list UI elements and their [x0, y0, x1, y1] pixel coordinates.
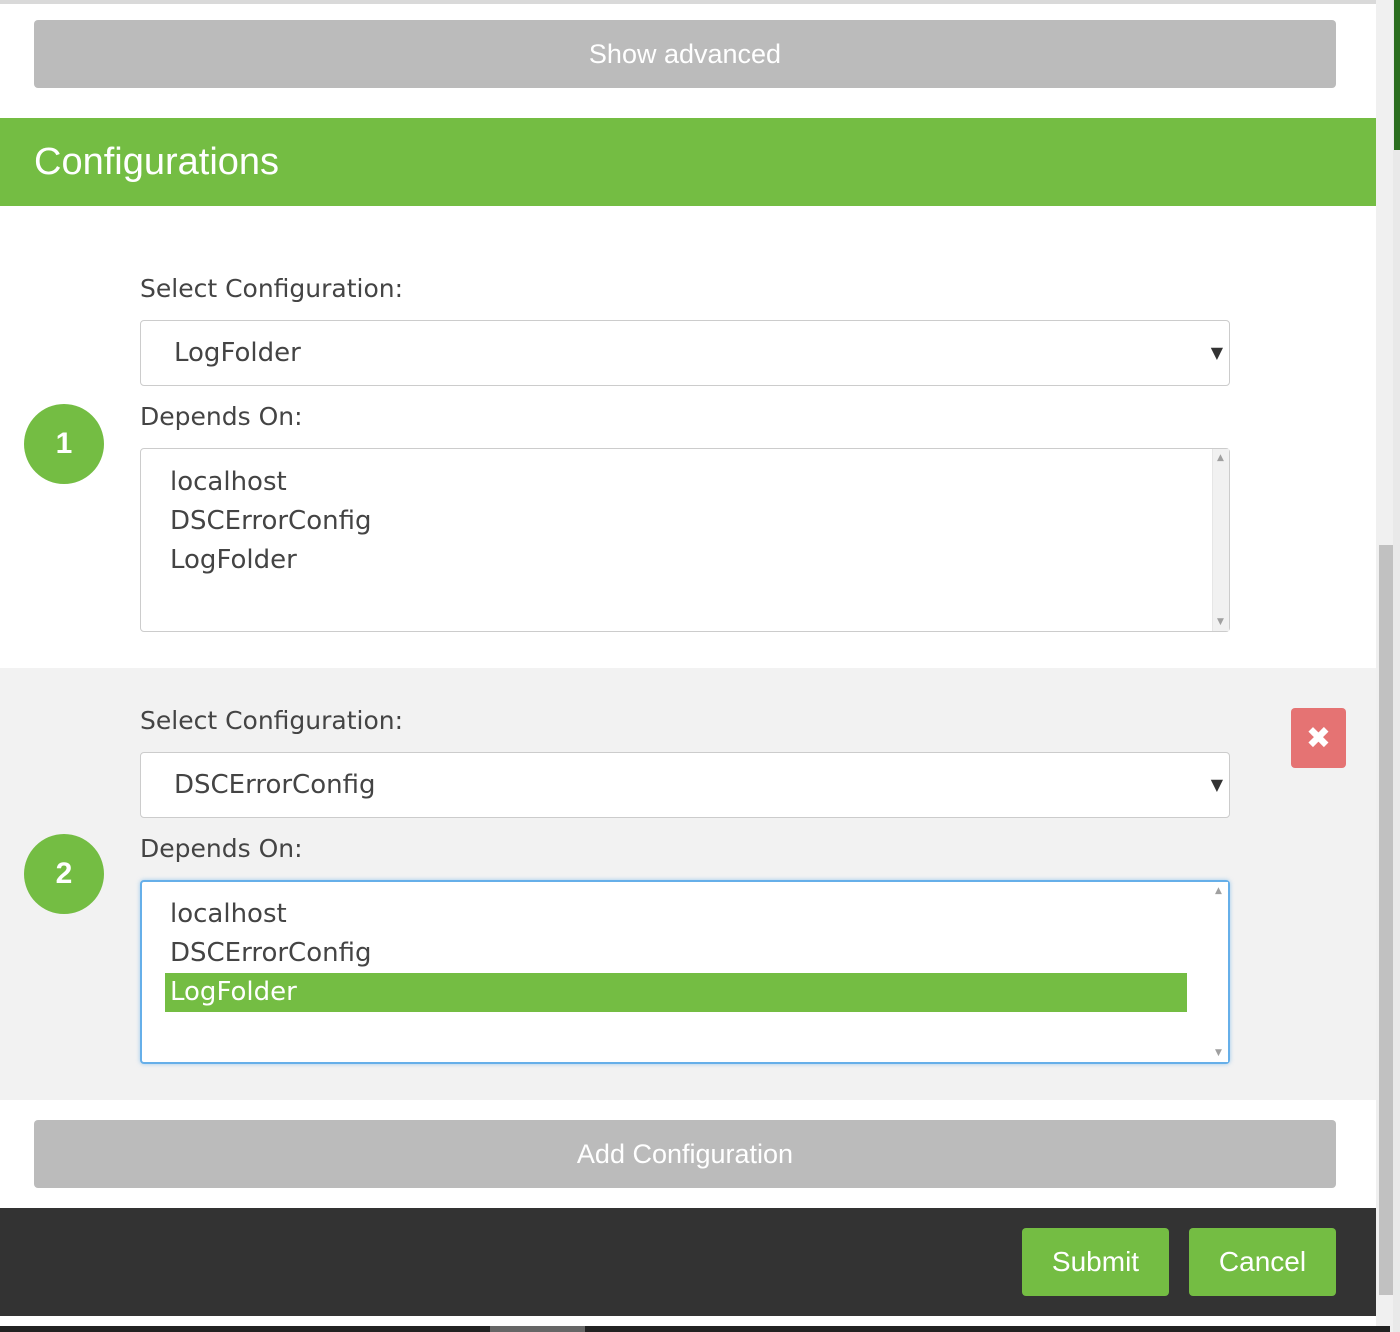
listbox-scrollbar[interactable]: ▲ ▼: [1211, 882, 1228, 1062]
scroll-down-icon[interactable]: ▼: [1215, 1048, 1222, 1058]
configuration-item: 1 Select Configuration: LogFolder ▼ Depe…: [0, 206, 1376, 668]
configuration-select-value: DSCErrorConfig: [174, 770, 376, 800]
remove-configuration-button[interactable]: ✖: [1291, 708, 1346, 768]
scroll-down-icon[interactable]: ▼: [1217, 617, 1224, 627]
depends-on-label: Depends On:: [140, 402, 303, 431]
list-item[interactable]: localhost: [165, 895, 1187, 934]
bottom-tab: [490, 1326, 585, 1332]
depends-on-listbox[interactable]: localhost DSCErrorConfig LogFolder ▲ ▼: [140, 448, 1230, 632]
page-scrollbar-thumb[interactable]: [1379, 545, 1393, 1295]
list-item[interactable]: localhost: [165, 463, 1187, 502]
depends-on-listbox[interactable]: localhost DSCErrorConfig LogFolder ▲ ▼: [140, 880, 1230, 1064]
submit-button[interactable]: Submit: [1022, 1228, 1169, 1296]
step-number-badge: 2: [24, 834, 104, 914]
list-item[interactable]: DSCErrorConfig: [165, 934, 1187, 973]
add-configuration-button[interactable]: Add Configuration: [34, 1120, 1336, 1188]
configuration-select[interactable]: LogFolder ▼: [140, 320, 1230, 386]
scroll-up-icon[interactable]: ▲: [1217, 453, 1224, 463]
list-item[interactable]: DSCErrorConfig: [165, 502, 1187, 541]
bottom-bar: [0, 1326, 1390, 1332]
window-edge: [1393, 0, 1400, 1332]
select-configuration-label: Select Configuration:: [140, 706, 404, 735]
scroll-up-icon[interactable]: ▲: [1215, 886, 1222, 896]
select-configuration-label: Select Configuration:: [140, 274, 404, 303]
window-edge-accent: [1394, 0, 1400, 150]
cancel-button[interactable]: Cancel: [1189, 1228, 1336, 1296]
modal-footer: Submit Cancel: [0, 1208, 1376, 1316]
section-header: Configurations: [0, 118, 1376, 206]
depends-on-label: Depends On:: [140, 834, 303, 863]
step-number-badge: 1: [24, 404, 104, 484]
show-advanced-button[interactable]: Show advanced: [34, 20, 1336, 88]
configuration-select-value: LogFolder: [174, 338, 301, 368]
section-title: Configurations: [34, 140, 280, 183]
configuration-select[interactable]: DSCErrorConfig ▼: [140, 752, 1230, 818]
configuration-panel: Show advanced Configurations 1 Select Co…: [0, 4, 1376, 1316]
list-item[interactable]: LogFolder: [165, 541, 1187, 580]
list-item-selected[interactable]: LogFolder: [165, 973, 1187, 1012]
caret-down-icon: ▼: [1210, 343, 1223, 362]
caret-down-icon: ▼: [1210, 775, 1223, 794]
close-icon: ✖: [1305, 720, 1332, 756]
listbox-scrollbar[interactable]: ▲ ▼: [1212, 449, 1229, 631]
configuration-item: 2 Select Configuration: DSCErrorConfig ▼…: [0, 668, 1376, 1100]
